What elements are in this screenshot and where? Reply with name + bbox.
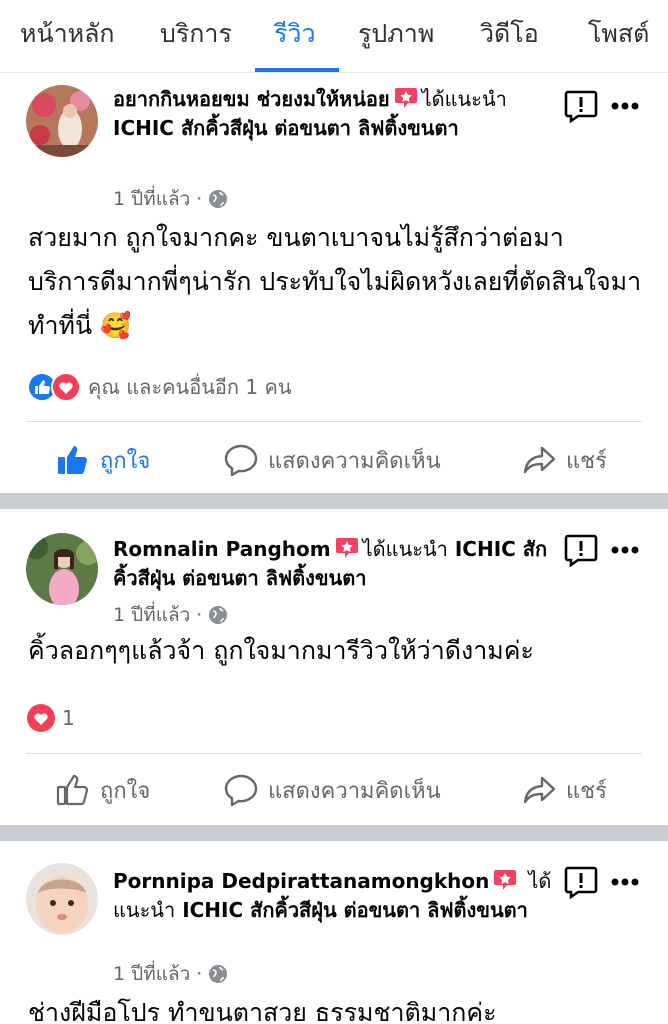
page-name[interactable]: ICHIC สักคิ้วสีฝุ่น ต่อขนตา ลิฟติ้งขนตา	[182, 898, 528, 922]
comment-icon	[224, 444, 258, 477]
tab-posts[interactable]: โพสต์	[588, 0, 649, 72]
reaction-count-text: 1	[62, 706, 75, 730]
reaction-count-text: คุณ และคนอื่นอีก 1 คน	[88, 375, 292, 399]
post-header: อยากกินหอยขม ช่วยงมให้หน่อย ได้แนะนำ ICHI…	[113, 85, 533, 143]
post-time[interactable]: 1 ปีที่แล้ว ·	[113, 600, 202, 630]
page-name[interactable]: ICHIC สักคิ้วสีฝุ่น ต่อขนตา ลิฟติ้งขนตา	[113, 116, 459, 140]
post-meta: 1 ปีที่แล้ว ·	[113, 959, 228, 989]
avatar[interactable]	[26, 533, 98, 605]
like-icon	[56, 774, 89, 806]
recommend-icon	[394, 88, 417, 108]
recommend-label: ได้แนะนำ	[362, 537, 448, 561]
like-button[interactable]: ถูกใจ	[56, 425, 150, 495]
review-post: Romnalin Panghom ได้แนะนำ ICHIC สักคิ้วสี…	[0, 509, 668, 825]
comment-button[interactable]: แสดงความคิดเห็น	[224, 755, 441, 825]
comment-label: แสดงความคิดเห็น	[268, 778, 441, 804]
recommend-icon	[494, 870, 517, 890]
recommend-label: ได้แนะนำ	[421, 87, 507, 111]
comment-button[interactable]: แสดงความคิดเห็น	[224, 425, 441, 495]
action-bar: ถูกใจ แสดงความคิดเห็น แชร์	[0, 755, 668, 825]
post-meta: 1 ปีที่แล้ว ·	[113, 600, 228, 630]
tab-videos[interactable]: วิดีโอ	[480, 0, 539, 72]
like-love-reaction-icons	[27, 372, 81, 402]
tab-services[interactable]: บริการ	[160, 0, 232, 72]
post-header: Pornnipa Dedpirattanamongkhon ได้แนะนำ I…	[113, 867, 553, 925]
author-name[interactable]: Romnalin Panghom	[113, 537, 331, 561]
avatar[interactable]	[26, 863, 98, 935]
more-options-icon[interactable]	[610, 877, 640, 887]
review-text: สวยมาก ถูกใจมากคะ ขนตาเบาจนไม่รู้สึกว่าต…	[28, 223, 642, 340]
share-label: แชร์	[566, 778, 607, 804]
recommend-icon	[335, 538, 358, 558]
share-icon	[523, 776, 556, 804]
tab-reviews[interactable]: รีวิว	[274, 0, 316, 72]
share-label: แชร์	[566, 448, 607, 474]
share-icon	[523, 446, 556, 474]
action-bar: ถูกใจ แสดงความคิดเห็น แชร์	[0, 425, 668, 495]
post-time[interactable]: 1 ปีที่แล้ว ·	[113, 184, 202, 214]
like-label: ถูกใจ	[100, 778, 151, 804]
review-post: อยากกินหอยขม ช่วยงมให้หน่อย ได้แนะนำ ICHI…	[0, 73, 668, 493]
share-button[interactable]: แชร์	[522, 425, 607, 495]
post-header: Romnalin Panghom ได้แนะนำ ICHIC สักคิ้วสี…	[113, 535, 563, 593]
active-tab-indicator	[255, 68, 339, 72]
like-button[interactable]: ถูกใจ	[56, 755, 150, 825]
review-text: คิ้วลอกๆๆแล้วจ้า ถูกใจมากมารีวิวให้ว่าดี…	[28, 636, 534, 665]
globe-icon	[209, 965, 228, 983]
post-time[interactable]: 1 ปีที่แล้ว ·	[113, 959, 202, 989]
review-post: Pornnipa Dedpirattanamongkhon ได้แนะนำ I…	[0, 841, 668, 1024]
report-icon[interactable]	[564, 89, 598, 123]
share-button[interactable]: แชร์	[522, 755, 607, 825]
reaction-summary[interactable]: 1	[26, 702, 75, 734]
more-options-icon[interactable]	[610, 101, 640, 111]
post-meta: 1 ปีที่แล้ว ·	[113, 184, 228, 214]
tab-photos[interactable]: รูปภาพ	[358, 0, 434, 72]
comment-icon	[224, 774, 258, 807]
like-icon	[58, 446, 87, 474]
post-separator	[0, 825, 668, 841]
love-reaction-icon	[27, 704, 55, 732]
author-name[interactable]: Pornnipa Dedpirattanamongkhon	[113, 869, 489, 893]
report-icon[interactable]	[564, 533, 598, 567]
post-separator	[0, 493, 668, 509]
avatar[interactable]	[26, 85, 98, 157]
tab-home[interactable]: หน้าหลัก	[20, 0, 115, 72]
globe-icon	[209, 190, 228, 208]
tab-bar: หน้าหลัก บริการ รีวิว รูปภาพ วิดีโอ โพสต…	[0, 0, 668, 73]
author-name[interactable]: อยากกินหอยขม ช่วยงมให้หน่อย	[113, 87, 390, 111]
divider	[26, 753, 642, 754]
comment-label: แสดงความคิดเห็น	[268, 448, 441, 474]
review-text: ช่างฝีมือโปร ทำขนตาสวย ธรรมชาติมากค่ะ	[28, 998, 497, 1024]
reaction-summary[interactable]: คุณ และคนอื่นอีก 1 คน	[26, 371, 292, 403]
divider	[26, 421, 642, 422]
report-icon[interactable]	[564, 865, 598, 899]
like-label: ถูกใจ	[100, 448, 151, 474]
globe-icon	[209, 606, 228, 624]
more-options-icon[interactable]	[610, 545, 640, 555]
